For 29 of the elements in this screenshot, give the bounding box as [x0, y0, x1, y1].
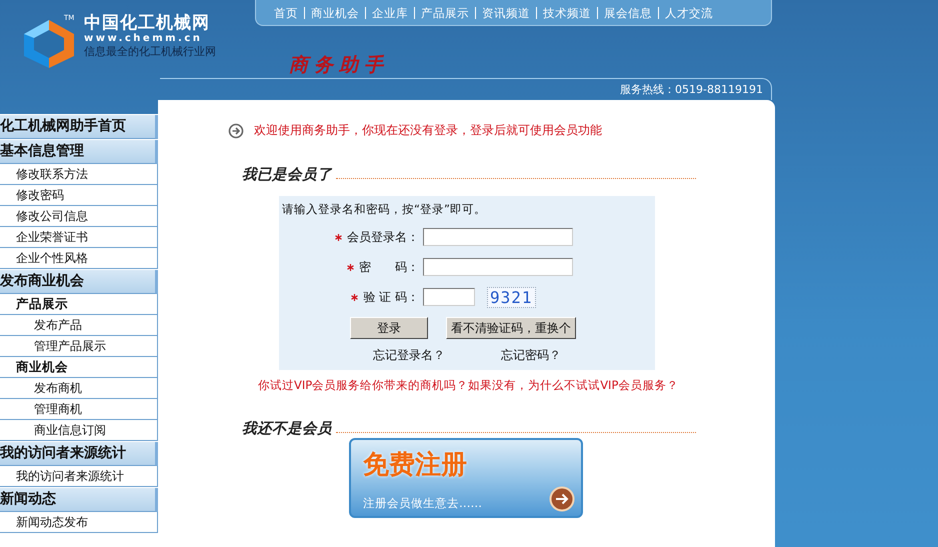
section-title: 我已是会员了	[242, 166, 332, 184]
captcha-image: 9321	[487, 286, 536, 308]
forgot-link[interactable]: 忘记密码？	[501, 347, 561, 364]
forgot-link[interactable]: 忘记登录名？	[373, 347, 445, 364]
section-title: 我还不是会员	[242, 420, 332, 438]
site-tagline: 信息最全的化工机械行业网	[84, 45, 216, 59]
login-instructions: 请输入登录名和密码，按“登录”即可。	[282, 202, 487, 217]
form-button[interactable]: 看不清验证码，重换个	[446, 317, 576, 339]
input-field[interactable]	[423, 228, 573, 246]
site-name: 中国化工机械网	[84, 14, 211, 33]
sidebar-item[interactable]: 化工机械网助手首页	[0, 115, 158, 139]
vip-prompt: 你试过VIP会员服务给你带来的商机吗？如果没有，为什么不试试VIP会员服务？	[258, 378, 678, 392]
input-field[interactable]	[423, 288, 475, 306]
sidebar-item[interactable]: 发布商业机会	[0, 270, 158, 294]
arrow-circle-icon	[228, 122, 244, 138]
form-button[interactable]: 登录	[350, 317, 428, 339]
welcome-message: 欢迎使用商务助手，你现在还没有登录，登录后就可使用会员功能	[254, 122, 602, 139]
arrow-circle-icon	[549, 486, 575, 512]
field-label: 密 码：	[359, 258, 419, 276]
site-url: www.chemm.cn	[84, 33, 204, 45]
cube-logo-icon	[22, 18, 76, 70]
page-subtitle: 商务助手	[289, 53, 390, 78]
input-field[interactable]	[423, 258, 573, 276]
sidebar-item[interactable]: 基本信息管理	[0, 140, 158, 164]
hotline-text: 服务热线：0519-88119191	[620, 82, 763, 97]
sidebar-item[interactable]: 我的访问者来源统计	[0, 442, 158, 466]
sidebar-item[interactable]: 新闻动态	[0, 488, 158, 512]
field-label: 会员登录名：	[347, 228, 419, 246]
field-label: 验 证 码：	[363, 288, 419, 306]
